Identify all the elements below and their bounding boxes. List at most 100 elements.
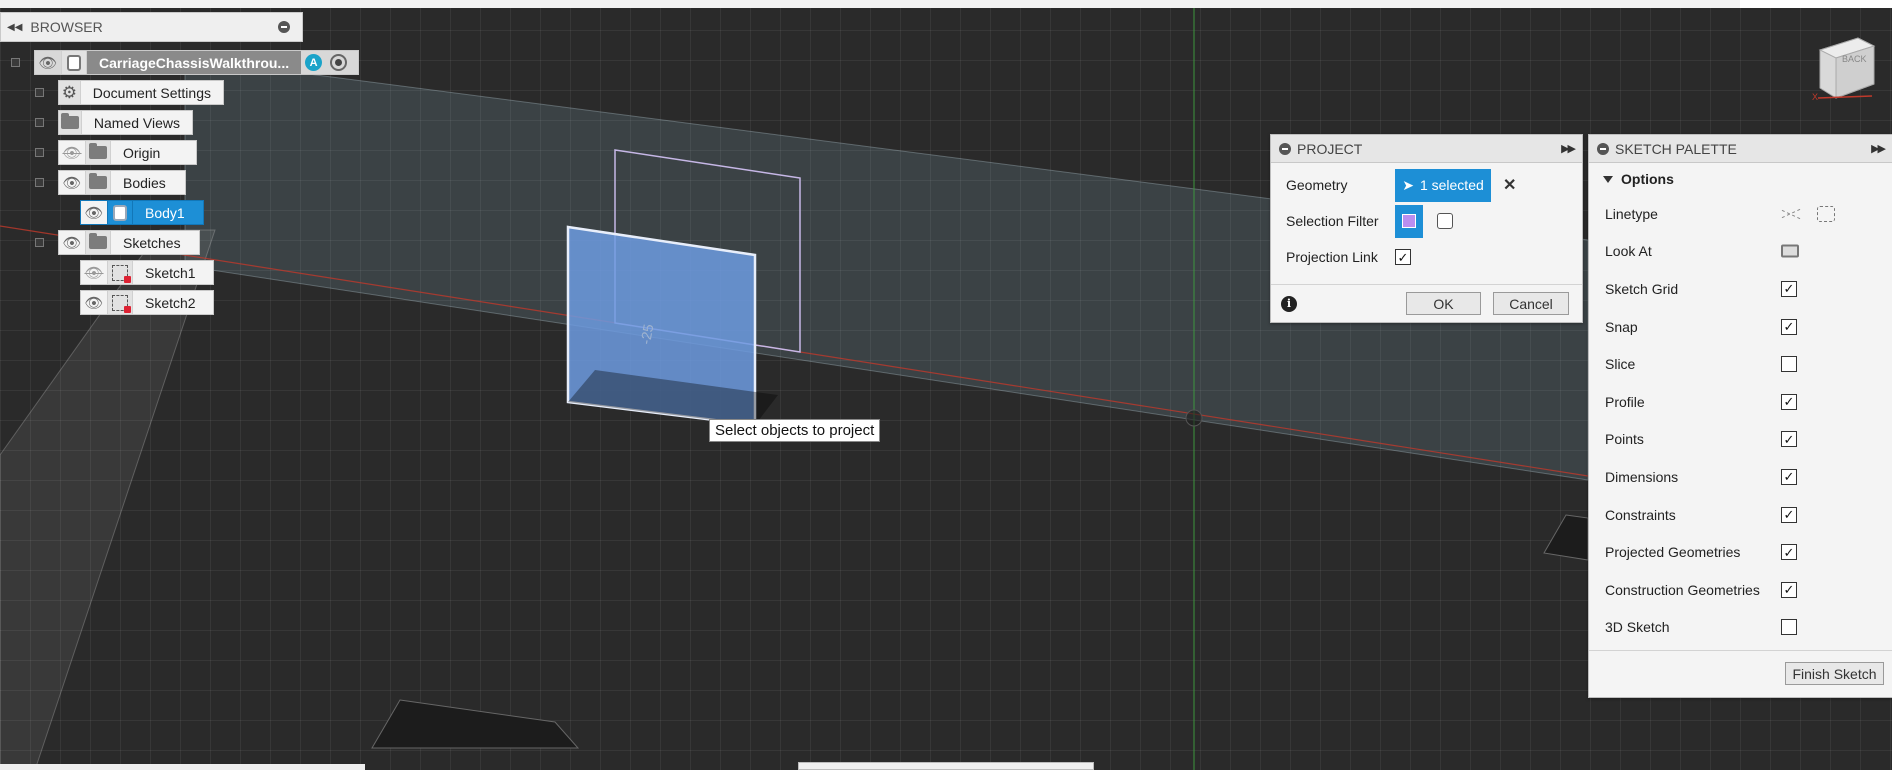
- sketch-grid-checkbox[interactable]: ✓: [1781, 280, 1797, 297]
- expander-origin[interactable]: [35, 148, 44, 157]
- browser-item-body1[interactable]: 👁 Body1: [80, 200, 204, 225]
- snap-checkbox[interactable]: ✓: [1781, 318, 1797, 335]
- collapse-left-icon[interactable]: ◀◀: [7, 22, 22, 33]
- selection-filter-row: Selection Filter: [1271, 203, 1582, 239]
- sketch-palette: SKETCH PALETTE ▶▶ Options Linetype Look …: [1588, 134, 1892, 698]
- sketch1-label: Sketch1: [145, 264, 196, 281]
- recess-right: [1543, 514, 1589, 561]
- option-label: Snap: [1605, 318, 1638, 335]
- geometry-selection-button[interactable]: ➤ 1 selected: [1395, 168, 1491, 202]
- option-profile: Profile ✓: [1589, 383, 1892, 421]
- projected-geometries-checkbox[interactable]: ✓: [1781, 544, 1797, 561]
- sketches-label: Sketches: [123, 234, 181, 251]
- option-snap: Snap ✓: [1589, 308, 1892, 346]
- construction-line-icon[interactable]: [1781, 206, 1801, 222]
- bodies-filter-icon[interactable]: [1431, 205, 1459, 238]
- folder-icon: [85, 141, 111, 164]
- expand-palette-icon[interactable]: ▶▶: [1871, 142, 1886, 155]
- eye-icon[interactable]: 👁: [59, 171, 85, 194]
- project-minimize-icon[interactable]: [1279, 142, 1291, 155]
- option-label: Slice: [1605, 356, 1636, 373]
- cancel-button[interactable]: Cancel: [1493, 292, 1569, 315]
- browser-item-bodies[interactable]: 👁 Bodies: [58, 170, 186, 195]
- geometry-row: Geometry ➤ 1 selected ✕: [1271, 167, 1582, 203]
- option-label: Look At: [1605, 243, 1652, 260]
- clear-selection-icon[interactable]: ✕: [1503, 175, 1516, 195]
- palette-minimize-icon[interactable]: [1597, 142, 1609, 155]
- viewcube-face-label: BACK: [1842, 54, 1867, 64]
- look-at-icon[interactable]: [1781, 244, 1799, 258]
- eye-icon[interactable]: 👁: [81, 201, 107, 224]
- option-constraints: Constraints ✓: [1589, 496, 1892, 534]
- projection-link-checkbox[interactable]: ✓: [1395, 249, 1411, 265]
- browser-header[interactable]: ◀◀ BROWSER: [0, 12, 303, 42]
- projection-link-label: Projection Link: [1286, 249, 1378, 265]
- option-label: 3D Sketch: [1605, 619, 1670, 636]
- sketch-palette-header[interactable]: SKETCH PALETTE ▶▶: [1589, 135, 1892, 163]
- viewcube[interactable]: BACK X: [1812, 32, 1886, 102]
- eye-hidden-icon[interactable]: 👁: [81, 261, 107, 284]
- body-icon: [107, 201, 133, 224]
- option-label: Linetype: [1605, 205, 1658, 222]
- sketch-icon: [107, 291, 133, 314]
- dimensions-checkbox[interactable]: ✓: [1781, 468, 1797, 485]
- eye-icon[interactable]: 👁: [35, 51, 61, 74]
- option-label: Profile: [1605, 393, 1645, 410]
- specified-entities-filter-icon[interactable]: [1395, 204, 1423, 238]
- construction-geometries-checkbox[interactable]: ✓: [1781, 581, 1797, 598]
- active-component-badge: A: [305, 54, 323, 71]
- expander-named-views[interactable]: [35, 118, 44, 127]
- browser-item-sketch2[interactable]: 👁 Sketch2: [80, 290, 214, 315]
- folder-icon: [59, 111, 82, 134]
- eye-icon[interactable]: 👁: [81, 291, 107, 314]
- browser-item-sketches[interactable]: 👁 Sketches: [58, 230, 200, 255]
- option-label: Construction Geometries: [1605, 581, 1760, 598]
- origin-label: Origin: [123, 144, 161, 161]
- option-3d-sketch: 3D Sketch: [1589, 609, 1892, 647]
- centerline-icon[interactable]: [1817, 205, 1835, 222]
- ok-button[interactable]: OK: [1406, 292, 1481, 315]
- option-look-at: Look At: [1589, 233, 1892, 271]
- browser-item-origin[interactable]: 👁 Origin: [58, 140, 197, 165]
- options-section-title: Options: [1621, 171, 1674, 187]
- project-header[interactable]: PROJECT ▶▶: [1271, 135, 1582, 163]
- points-checkbox[interactable]: ✓: [1781, 431, 1797, 448]
- option-label: Dimensions: [1605, 468, 1679, 485]
- option-slice: Slice: [1589, 345, 1892, 383]
- browser-item-named-views[interactable]: Named Views: [58, 110, 193, 135]
- expander-root[interactable]: [11, 58, 20, 67]
- finish-sketch-button[interactable]: Finish Sketch: [1785, 662, 1884, 685]
- gear-icon: ⚙: [59, 81, 81, 104]
- cursor-arrow-icon: ➤: [1402, 176, 1414, 193]
- 3d-sketch-checkbox[interactable]: [1781, 619, 1797, 636]
- browser-root-node[interactable]: 👁 CarriageChassisWalkthrou... A: [34, 50, 359, 75]
- bodies-label: Bodies: [123, 174, 166, 191]
- eye-icon[interactable]: 👁: [59, 231, 85, 254]
- recess-bottom: [371, 699, 580, 749]
- slice-checkbox[interactable]: [1781, 356, 1797, 373]
- folder-icon: [85, 231, 111, 254]
- project-footer: i OK Cancel: [1271, 284, 1582, 322]
- eye-hidden-icon[interactable]: 👁: [59, 141, 85, 164]
- named-views-label: Named Views: [93, 114, 180, 131]
- expander-bodies[interactable]: [35, 178, 44, 187]
- svg-text:X: X: [1812, 92, 1818, 102]
- expander-sketches[interactable]: [35, 238, 44, 247]
- expand-dialog-icon[interactable]: ▶▶: [1561, 142, 1576, 155]
- option-label: Sketch Grid: [1605, 280, 1679, 297]
- expander-document-settings[interactable]: [35, 88, 44, 97]
- options-section-header[interactable]: Options: [1589, 163, 1892, 195]
- activate-radio-icon[interactable]: [330, 54, 348, 71]
- projection-link-row: Projection Link ✓: [1271, 239, 1582, 275]
- option-dimensions: Dimensions ✓: [1589, 458, 1892, 496]
- browser-minimize-icon[interactable]: [278, 21, 290, 33]
- bottom-strip: [0, 764, 365, 770]
- chevron-down-icon: [1603, 175, 1613, 183]
- constraints-checkbox[interactable]: ✓: [1781, 506, 1797, 523]
- info-icon[interactable]: i: [1281, 295, 1297, 312]
- browser-item-sketch1[interactable]: 👁 Sketch1: [80, 260, 214, 285]
- profile-checkbox[interactable]: ✓: [1781, 393, 1797, 410]
- browser-item-document-settings[interactable]: ⚙ Document Settings: [58, 80, 224, 105]
- component-icon: [61, 51, 87, 74]
- navigation-toolbar[interactable]: [798, 762, 1094, 770]
